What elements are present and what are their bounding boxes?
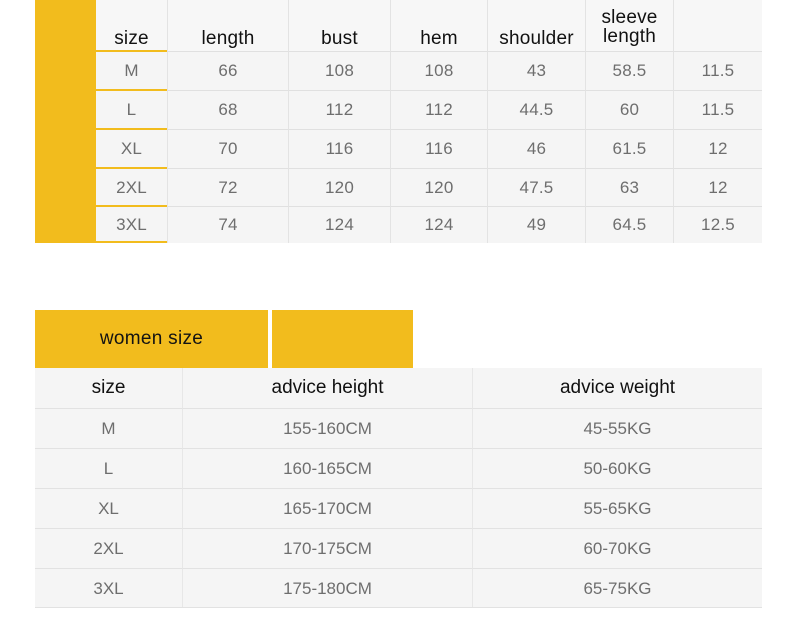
cell-length: 72 xyxy=(167,168,288,206)
cell-advice-weight: 65-75KG xyxy=(472,568,762,608)
women-size-banner-label: women size xyxy=(99,328,204,349)
cell-advice-weight: 60-70KG xyxy=(472,528,762,568)
table-row: XL 165-170CM 55-65KG xyxy=(35,488,762,528)
cell-advice-height: 165-170CM xyxy=(182,488,472,528)
women-table-header-row: size advice height advice weight xyxy=(35,368,762,408)
column-header-extra xyxy=(673,0,762,51)
cell-size: XL xyxy=(35,488,182,528)
cell-sleeve-length: 63 xyxy=(585,168,673,206)
cell-advice-height: 155-160CM xyxy=(182,408,472,448)
column-header-sleeve-length: sleeve length xyxy=(585,0,673,51)
cell-length: 70 xyxy=(167,129,288,168)
size-column-divider xyxy=(96,50,167,52)
cell-hem: 112 xyxy=(390,90,487,129)
table-row: 3XL 175-180CM 65-75KG xyxy=(35,568,762,608)
column-header-length: length xyxy=(167,0,288,51)
cell-length: 68 xyxy=(167,90,288,129)
cell-size: M xyxy=(35,408,182,448)
cell-hem: 124 xyxy=(390,206,487,243)
cell-extra: 12 xyxy=(673,129,762,168)
cell-shoulder: 47.5 xyxy=(487,168,585,206)
cell-hem: 116 xyxy=(390,129,487,168)
cell-size: 2XL xyxy=(35,528,182,568)
cell-shoulder: 44.5 xyxy=(487,90,585,129)
women-size-grid: size advice height advice weight M 155-1… xyxy=(35,368,762,608)
column-header-shoulder: shoulder xyxy=(487,0,585,51)
cell-length: 74 xyxy=(167,206,288,243)
cell-bust: 120 xyxy=(288,168,390,206)
cell-advice-weight: 45-55KG xyxy=(472,408,762,448)
cell-size: 2XL xyxy=(96,168,167,206)
table-row: M 66 108 108 43 58.5 11.5 xyxy=(96,51,762,90)
table-row: L 68 112 112 44.5 60 11.5 xyxy=(96,90,762,129)
cell-advice-weight: 55-65KG xyxy=(472,488,762,528)
accent-yellow-bar xyxy=(35,0,96,243)
table-row: 2XL 170-175CM 60-70KG xyxy=(35,528,762,568)
cell-sleeve-length: 64.5 xyxy=(585,206,673,243)
cell-extra: 12.5 xyxy=(673,206,762,243)
cell-extra: 11.5 xyxy=(673,90,762,129)
cell-size: XL xyxy=(96,129,167,168)
table-row: M 155-160CM 45-55KG xyxy=(35,408,762,448)
cell-extra: 11.5 xyxy=(673,51,762,90)
women-size-banner-primary: women size xyxy=(35,310,268,368)
cell-size: L xyxy=(96,90,167,129)
women-size-banner-secondary xyxy=(272,310,413,368)
cell-sleeve-length: 60 xyxy=(585,90,673,129)
table-row: 3XL 74 124 124 49 64.5 12.5 xyxy=(96,206,762,243)
size-column-divider xyxy=(96,205,167,207)
cell-bust: 112 xyxy=(288,90,390,129)
table-row: 2XL 72 120 120 47.5 63 12 xyxy=(96,168,762,206)
cell-size: M xyxy=(96,51,167,90)
table-row: L 160-165CM 50-60KG xyxy=(35,448,762,488)
cell-length: 66 xyxy=(167,51,288,90)
table-row: XL 70 116 116 46 61.5 12 xyxy=(96,129,762,168)
size-column-divider xyxy=(96,241,167,243)
cell-advice-weight: 50-60KG xyxy=(472,448,762,488)
column-header-size: size xyxy=(96,0,167,51)
cell-bust: 124 xyxy=(288,206,390,243)
cell-bust: 108 xyxy=(288,51,390,90)
cell-hem: 108 xyxy=(390,51,487,90)
cell-advice-height: 160-165CM xyxy=(182,448,472,488)
women-size-banner: women size xyxy=(35,310,413,368)
cell-advice-height: 170-175CM xyxy=(182,528,472,568)
cell-shoulder: 43 xyxy=(487,51,585,90)
cell-size: L xyxy=(35,448,182,488)
column-header-size: size xyxy=(35,368,182,408)
column-header-advice-weight: advice weight xyxy=(472,368,762,408)
garment-measurement-table: size length bust hem shoulder size lengt… xyxy=(35,0,762,243)
column-header-advice-height: advice height xyxy=(182,368,472,408)
cell-shoulder: 46 xyxy=(487,129,585,168)
column-header-hem: hem xyxy=(390,0,487,51)
size-column-divider xyxy=(96,89,167,91)
cell-size: 3XL xyxy=(96,206,167,243)
cell-hem: 120 xyxy=(390,168,487,206)
cell-sleeve-length: 58.5 xyxy=(585,51,673,90)
cell-bust: 116 xyxy=(288,129,390,168)
cell-shoulder: 49 xyxy=(487,206,585,243)
cell-size: 3XL xyxy=(35,568,182,608)
cell-extra: 12 xyxy=(673,168,762,206)
table-bottom-rule xyxy=(35,607,762,608)
cell-advice-height: 175-180CM xyxy=(182,568,472,608)
size-column-divider xyxy=(96,167,167,169)
women-size-table: women size size advice height advice wei… xyxy=(35,310,762,608)
column-header-bust: bust xyxy=(288,0,390,51)
size-column-divider xyxy=(96,128,167,130)
garment-table-grid: size length bust hem shoulder size lengt… xyxy=(96,0,762,243)
cell-sleeve-length: 61.5 xyxy=(585,129,673,168)
garment-table-header-row: size length bust hem shoulder sleeve len… xyxy=(96,0,762,51)
